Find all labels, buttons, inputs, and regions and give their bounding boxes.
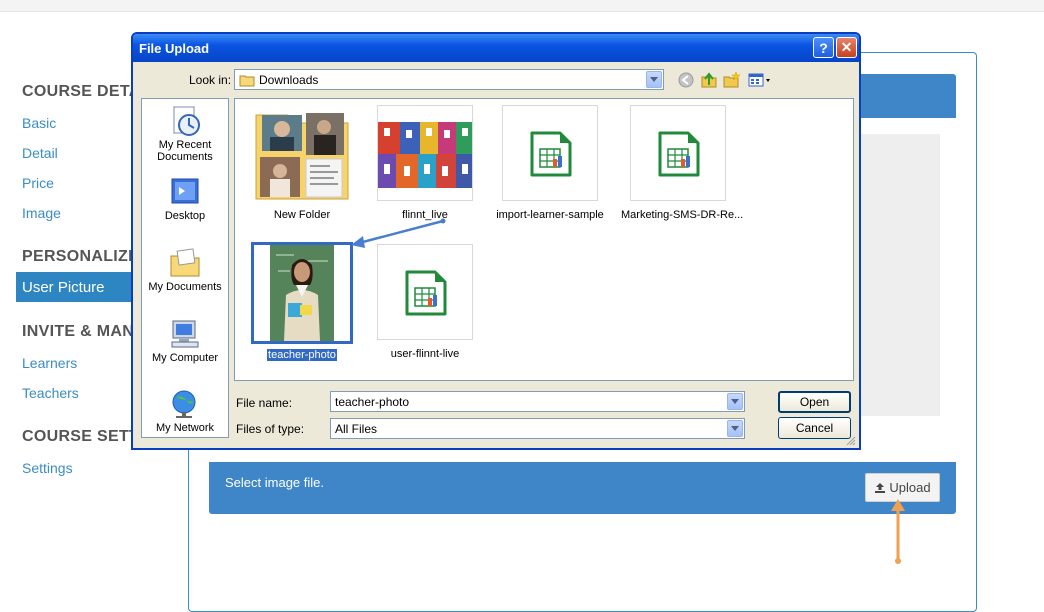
my-documents-icon — [170, 248, 200, 277]
teacher-photo-image — [270, 245, 334, 341]
spreadsheet-file-icon — [658, 131, 699, 177]
place-desktop[interactable]: Desktop — [142, 176, 228, 222]
upload-button-label: Upload — [889, 480, 931, 495]
chevron-down-icon[interactable] — [727, 420, 743, 437]
file-item-label: user-flinnt-live — [390, 348, 460, 360]
sidebar-item-image[interactable]: Image — [22, 205, 61, 221]
section-heading-personalize: PERSONALIZE — [22, 248, 140, 265]
recent-documents-icon — [173, 106, 200, 136]
folder-thumbnail — [254, 105, 350, 201]
sidebar-item-settings[interactable]: Settings — [22, 460, 73, 476]
my-network-icon — [172, 390, 196, 418]
spreadsheet-thumbnail — [629, 105, 726, 201]
place-my-computer[interactable]: My Computer — [142, 318, 228, 364]
dialog-titlebar[interactable]: File Upload ? ✕ — [133, 34, 859, 62]
sidebar-item-basic[interactable]: Basic — [22, 115, 56, 131]
spreadsheet-file-icon — [530, 131, 572, 177]
sidebar-item-learners[interactable]: Learners — [22, 355, 77, 371]
look-in-label: Look in: — [189, 73, 232, 87]
my-computer-icon — [171, 320, 199, 348]
file-list: New Folder flinnt_live import-learner-sa… — [234, 98, 854, 381]
place-my-documents[interactable]: My Documents — [142, 247, 228, 293]
image-preview-area — [860, 134, 940, 416]
file-item-label: Marketing-SMS-DR-Re... — [621, 209, 744, 221]
cancel-button[interactable]: Cancel — [778, 417, 851, 439]
folder-icon — [255, 113, 349, 200]
look-in-combobox[interactable]: Downloads — [234, 69, 664, 90]
places-bar: My Recent Documents Desktop My Documents… — [141, 98, 229, 438]
chevron-down-icon[interactable] — [727, 393, 743, 410]
section-heading-invite-manage: INVITE & MAN — [22, 323, 135, 340]
upload-icon — [875, 482, 886, 493]
file-type-value: All Files — [335, 422, 378, 436]
file-item-marketing-sms[interactable]: Marketing-SMS-DR-Re... — [620, 105, 743, 221]
sidebar-item-user-picture[interactable]: User Picture — [16, 272, 146, 302]
place-label: My Computer — [151, 352, 219, 364]
spreadsheet-file-icon — [405, 270, 447, 316]
chevron-down-icon[interactable] — [646, 71, 662, 88]
sidebar-item-teachers[interactable]: Teachers — [22, 385, 79, 401]
file-item-label: teacher-photo — [267, 349, 337, 361]
file-item-label: flinnt_live — [402, 209, 448, 221]
new-folder-icon[interactable] — [723, 71, 741, 89]
file-upload-dialog: File Upload ? ✕ Look in: Downloads My Re… — [131, 32, 861, 450]
file-item-label: import-learner-sample — [496, 209, 604, 221]
file-type-label: Files of type: — [236, 422, 305, 436]
file-item-import-learner-sample[interactable]: import-learner-sample — [495, 105, 605, 221]
help-button[interactable]: ? — [813, 37, 834, 58]
dialog-title: File Upload — [139, 41, 210, 56]
file-name-label: File name: — [236, 396, 293, 410]
close-button[interactable]: ✕ — [836, 37, 857, 58]
place-my-network[interactable]: My Network — [142, 388, 228, 434]
file-item-teacher-photo[interactable]: teacher-photo — [247, 242, 357, 361]
resize-grip-icon[interactable] — [846, 436, 856, 446]
open-button[interactable]: Open — [778, 391, 851, 413]
back-icon[interactable] — [677, 71, 695, 89]
place-label: Desktop — [164, 210, 206, 222]
section-heading-course-details: COURSE DETA — [22, 83, 141, 100]
up-folder-icon[interactable] — [700, 71, 718, 89]
place-label: My Documents — [148, 281, 222, 293]
spreadsheet-thumbnail — [502, 105, 598, 201]
image-thumbnail — [377, 105, 473, 201]
folder-icon — [239, 75, 255, 87]
file-name-input[interactable]: teacher-photo — [330, 391, 745, 412]
file-type-select[interactable]: All Files — [330, 418, 745, 439]
place-label: My Recent Documents — [157, 139, 213, 163]
views-menu-icon[interactable] — [747, 71, 773, 89]
section-heading-course-settings: COURSE SETTI — [22, 428, 144, 445]
sidebar-item-detail[interactable]: Detail — [22, 145, 58, 161]
photo-thumbnail — [251, 242, 353, 344]
file-item-label: New Folder — [273, 209, 331, 221]
place-my-recent-documents[interactable]: My Recent Documents — [142, 105, 228, 163]
sidebar-item-price[interactable]: Price — [22, 175, 54, 191]
top-bar — [0, 0, 1044, 12]
file-item-flinnt-live[interactable]: flinnt_live — [370, 105, 480, 221]
colorful-houses-image — [378, 122, 472, 188]
select-image-hint: Select image file. — [225, 475, 324, 490]
look-in-value: Downloads — [259, 73, 319, 87]
file-item-new-folder[interactable]: New Folder — [247, 105, 357, 221]
place-label: My Network — [155, 422, 215, 434]
spreadsheet-thumbnail — [377, 244, 473, 340]
sidebar-item-label: User Picture — [22, 279, 105, 296]
annotation-orange-arrow — [891, 499, 905, 564]
file-item-user-flinnt-live[interactable]: user-flinnt-live — [370, 244, 480, 360]
file-name-value: teacher-photo — [335, 395, 410, 409]
desktop-icon — [171, 178, 199, 204]
